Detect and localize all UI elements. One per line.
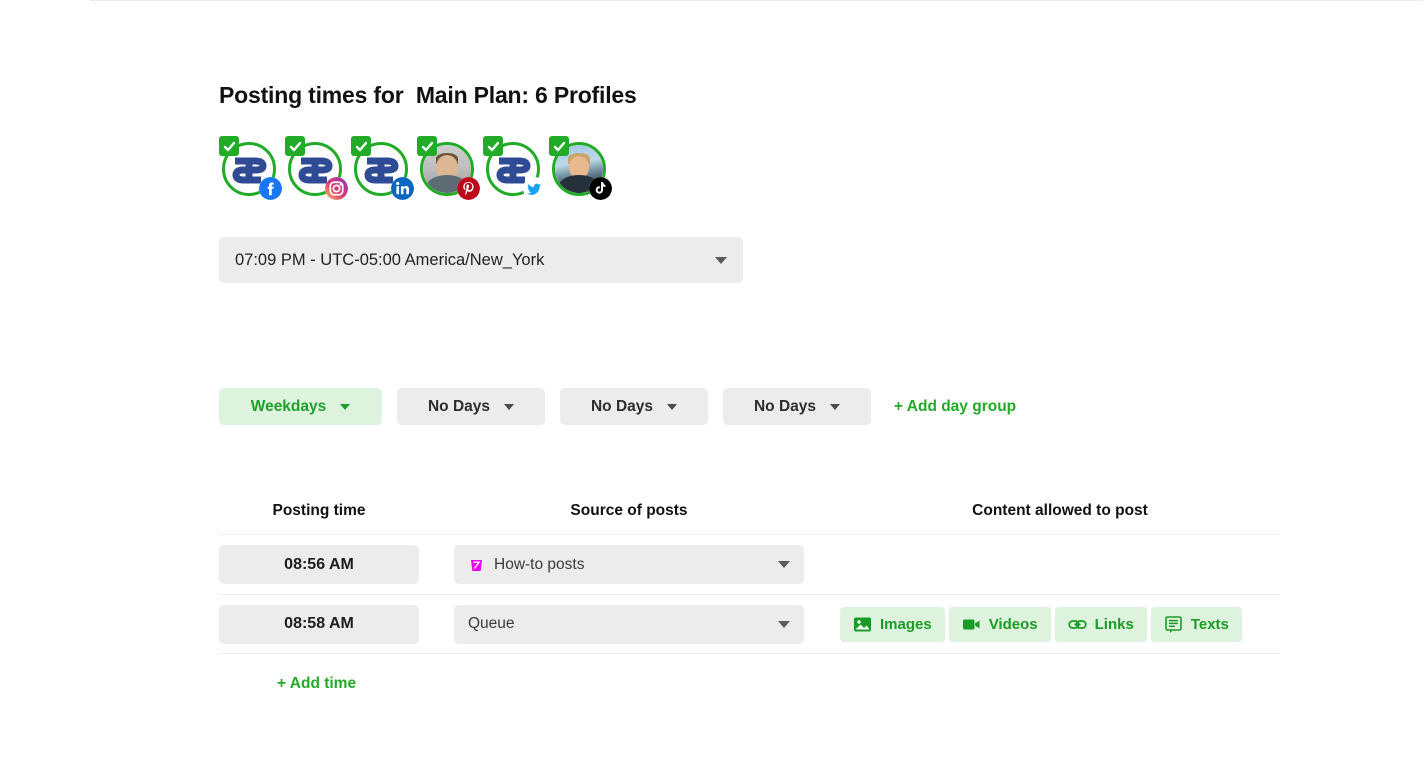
table-row: 08:56 AM How-to posts	[219, 534, 1280, 594]
posting-time-button[interactable]: 08:58 AM	[219, 604, 419, 644]
chevron-down-icon	[667, 403, 678, 410]
day-group-4[interactable]: No Days	[723, 388, 871, 425]
profile-selected-check-icon	[549, 136, 569, 156]
source-of-posts-select[interactable]: Queue	[454, 604, 804, 644]
video-icon	[962, 615, 981, 634]
column-header-content-allowed: Content allowed to post	[972, 502, 1148, 519]
content-chip-texts[interactable]: Texts	[1150, 606, 1242, 642]
timezone-value: 07:09 PM - UTC-05:00 America/New_York	[235, 250, 545, 269]
source-label: How-to posts	[494, 555, 585, 573]
top-divider	[90, 0, 1423, 1]
link-icon	[1067, 615, 1087, 634]
profile-avatar-twitter[interactable]	[483, 136, 549, 202]
page-title: Posting times for Main Plan: 6 Profiles	[219, 82, 637, 108]
text-icon	[1164, 615, 1183, 634]
chip-label: Videos	[988, 615, 1038, 633]
column-header-source-of-posts: Source of posts	[570, 502, 688, 519]
chip-label: Links	[1094, 615, 1134, 633]
chevron-down-icon	[504, 403, 515, 410]
profile-avatar-tiktok[interactable]	[549, 136, 615, 202]
profile-selected-check-icon	[219, 136, 239, 156]
content-allowed-cell: Images Videos Links Texts	[840, 606, 1280, 642]
profile-avatar-list	[219, 136, 615, 202]
day-group-label: No Days	[427, 397, 491, 415]
profile-avatar-facebook[interactable]	[219, 136, 285, 202]
day-group-label: No Days	[753, 397, 817, 415]
table-row: 08:58 AM Queue Images Videos Links Texts	[219, 594, 1280, 654]
day-group-label: Weekdays	[250, 397, 327, 415]
profile-selected-check-icon	[483, 136, 503, 156]
pinterest-icon	[457, 177, 480, 200]
chip-label: Images	[880, 615, 932, 633]
facebook-icon	[259, 177, 282, 200]
chevron-down-icon	[340, 403, 351, 410]
chip-label: Texts	[1190, 615, 1229, 633]
profile-selected-check-icon	[285, 136, 305, 156]
linkedin-icon	[391, 177, 414, 200]
profile-selected-check-icon	[351, 136, 371, 156]
category-bucket-icon	[468, 556, 485, 573]
tiktok-icon	[589, 177, 612, 200]
twitter-icon	[523, 177, 546, 200]
table-header-row: Posting time Source of posts Content all…	[219, 488, 1280, 534]
profile-selected-check-icon	[417, 136, 437, 156]
posting-time-button[interactable]: 08:56 AM	[219, 545, 419, 584]
profile-avatar-pinterest[interactable]	[417, 136, 483, 202]
posting-times-table: Posting time Source of posts Content all…	[219, 488, 1280, 654]
day-group-label: No Days	[590, 397, 654, 415]
content-chip-videos[interactable]: Videos	[948, 606, 1051, 642]
instagram-icon	[325, 177, 348, 200]
column-header-posting-time: Posting time	[272, 502, 366, 519]
chevron-down-icon	[715, 256, 727, 264]
profile-avatar-instagram[interactable]	[285, 136, 351, 202]
content-chip-links[interactable]: Links	[1054, 606, 1147, 642]
chevron-down-icon	[778, 561, 790, 568]
day-group-weekdays[interactable]: Weekdays	[219, 388, 382, 425]
source-of-posts-select[interactable]: How-to posts	[454, 545, 804, 584]
content-chip-images[interactable]: Images	[840, 606, 945, 642]
add-time-button[interactable]: + Add time	[277, 675, 356, 693]
chevron-down-icon	[778, 620, 790, 628]
timezone-select[interactable]: 07:09 PM - UTC-05:00 America/New_York	[219, 237, 743, 283]
chevron-down-icon	[830, 403, 841, 410]
profile-avatar-linkedin[interactable]	[351, 136, 417, 202]
day-group-bar: Weekdays No Days No Days No Days + Add d…	[219, 388, 1016, 425]
image-icon	[853, 615, 872, 634]
day-group-3[interactable]: No Days	[560, 388, 708, 425]
day-group-2[interactable]: No Days	[397, 388, 545, 425]
source-label: Queue	[468, 615, 515, 632]
add-day-group-button[interactable]: + Add day group	[894, 398, 1016, 416]
